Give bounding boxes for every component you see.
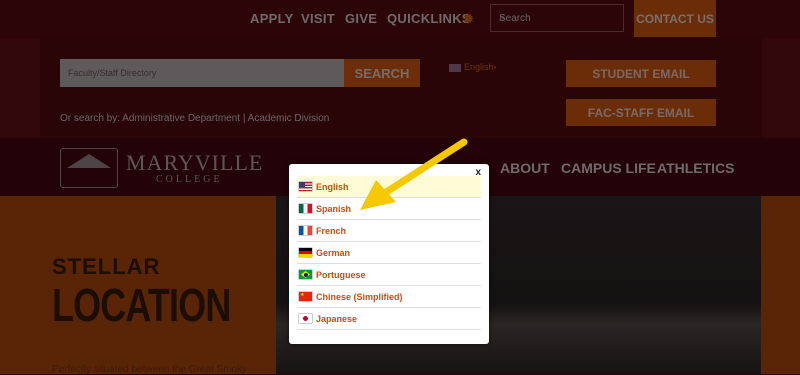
china-flag-icon: ★ <box>299 292 312 301</box>
college-crest-logo[interactable] <box>60 148 118 188</box>
nav-quicklinks[interactable]: QUICKLINKS <box>387 11 471 26</box>
top-utility-bar: APPLY VISIT GIVE QUICKLINKS ✹ Search ⌕ C… <box>0 0 800 38</box>
fac-staff-email-button[interactable]: FAC-STAFF EMAIL <box>566 99 716 126</box>
language-option-french[interactable]: French <box>297 220 481 242</box>
language-label: Portuguese <box>316 269 366 280</box>
brazil-flag-icon <box>299 270 312 279</box>
left-margin <box>0 38 40 138</box>
right-margin <box>762 38 800 138</box>
mexico-flag-icon <box>299 204 312 213</box>
nav-apply[interactable]: APPLY <box>250 11 294 26</box>
page: APPLY VISIT GIVE QUICKLINKS ✹ Search ⌕ C… <box>0 0 800 375</box>
germany-flag-icon <box>299 248 312 257</box>
hero-kicker: STELLAR <box>52 254 161 279</box>
directory-placeholder: Faculty/Staff Directory <box>68 68 157 78</box>
chevron-right-icon: › <box>493 62 497 72</box>
directory-search-button[interactable]: SEARCH <box>344 59 420 87</box>
search-icon[interactable]: ⌕ <box>499 12 615 25</box>
annotation-arrow-icon <box>360 138 468 210</box>
student-email-button[interactable]: STUDENT EMAIL <box>566 60 716 87</box>
hero-blurb: Perfectly situated between the Great Smo… <box>52 364 248 375</box>
language-option-chinese-simplified[interactable]: ★ Chinese (Simplified) <box>297 286 481 308</box>
logo-wordmark[interactable]: MARYVILLE <box>126 150 263 176</box>
main-nav-athletics[interactable]: ATHLETICS <box>657 160 735 176</box>
nav-give[interactable]: GIVE <box>345 11 377 26</box>
or-search-links[interactable]: Or search by: Administrative Department … <box>60 113 329 124</box>
main-nav-campus-life[interactable]: CAMPUS LIFE <box>561 160 656 176</box>
language-label: Japanese <box>316 313 358 324</box>
france-flag-icon <box>299 226 312 235</box>
language-option-japanese[interactable]: Japanese <box>297 308 481 330</box>
contact-us-button[interactable]: CONTACT US <box>634 0 716 37</box>
directory-search-input[interactable]: Faculty/Staff Directory <box>60 59 344 87</box>
logo-subtitle: COLLEGE <box>156 174 223 185</box>
hero-title: LOCATION <box>52 279 231 331</box>
us-flag-icon <box>299 182 312 191</box>
main-nav-about[interactable]: ABOUT <box>500 160 550 176</box>
language-label: German <box>316 247 351 258</box>
nav-visit[interactable]: VISIT <box>301 11 335 26</box>
gear-icon[interactable]: ✹ <box>462 10 475 28</box>
language-selector-label: English <box>464 62 494 72</box>
language-option-portuguese[interactable]: Portuguese <box>297 264 481 286</box>
language-option-german[interactable]: German <box>297 242 481 264</box>
hero-right-panel <box>761 196 800 374</box>
site-search-input[interactable]: Search ⌕ <box>490 4 624 32</box>
japan-flag-icon <box>299 314 312 323</box>
language-label: French <box>316 225 347 236</box>
us-flag-icon <box>449 63 461 72</box>
language-selector[interactable]: English› <box>449 62 497 72</box>
language-label: Chinese (Simplified) <box>316 291 403 302</box>
